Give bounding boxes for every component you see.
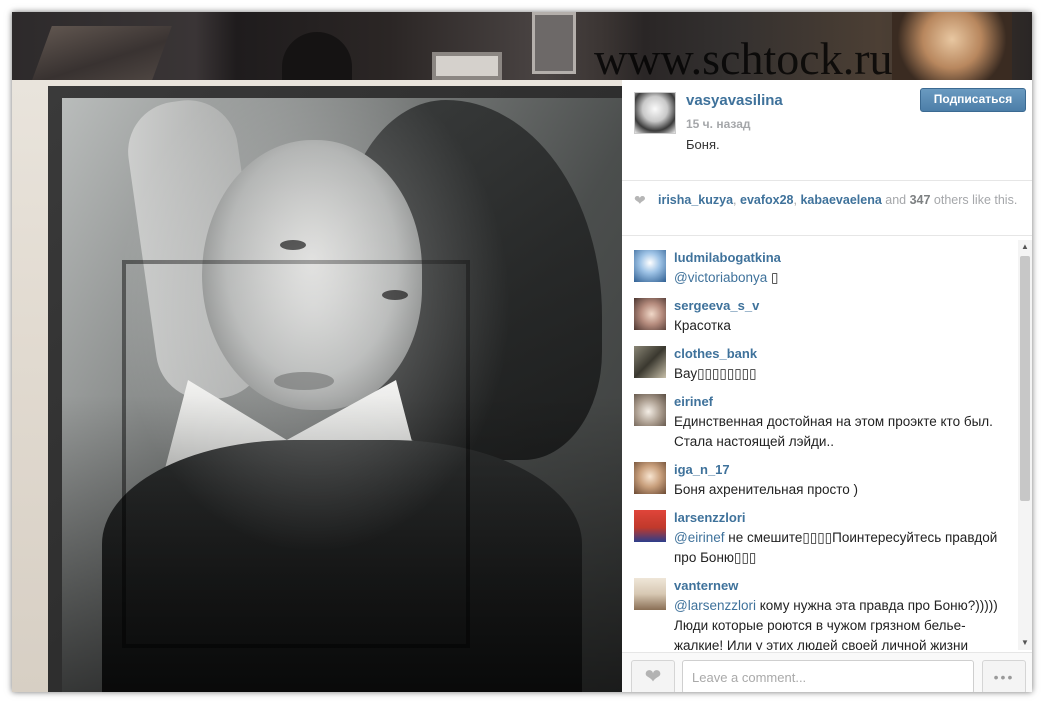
comments-scrollbar[interactable]: ▲ ▼ bbox=[1018, 240, 1032, 650]
scroll-down-arrow-icon[interactable]: ▼ bbox=[1018, 636, 1032, 650]
commenter-avatar[interactable] bbox=[634, 510, 666, 542]
comment-mention[interactable]: @eirinef bbox=[674, 530, 724, 545]
likes-count[interactable]: 347 bbox=[910, 193, 931, 207]
comment-username[interactable]: iga_n_17 bbox=[674, 462, 730, 477]
comment-username[interactable]: clothes_bank bbox=[674, 346, 757, 361]
author-username[interactable]: vasyavasilina bbox=[686, 92, 783, 109]
comment-text: Единственная достойная на этом проэкте к… bbox=[674, 414, 993, 449]
commenter-avatar[interactable] bbox=[634, 250, 666, 282]
commenter-avatar[interactable] bbox=[634, 462, 666, 494]
comment-mention[interactable]: @victoriabonya bbox=[674, 270, 767, 285]
comment-text: @eirinef не смешите▯▯▯▯Поинтересуйтесь п… bbox=[674, 530, 998, 565]
post-header: vasyavasilina 15 ч. назад Боня. Подписат… bbox=[622, 80, 1032, 181]
post-footer: ❤ ••• bbox=[622, 652, 1032, 692]
commenter-avatar[interactable] bbox=[634, 346, 666, 378]
scroll-up-arrow-icon[interactable]: ▲ bbox=[1018, 240, 1032, 254]
comment-username[interactable]: larsenzzlori bbox=[674, 510, 746, 525]
author-avatar[interactable] bbox=[634, 92, 676, 134]
watermark: www.schtock.ru bbox=[594, 33, 893, 84]
follow-button[interactable]: Подписаться bbox=[920, 88, 1026, 112]
more-options-button[interactable]: ••• bbox=[982, 660, 1026, 692]
comment-input[interactable] bbox=[682, 660, 974, 692]
likes-section: ❤ irisha_kuzya, evafox28, kabaevaelena a… bbox=[622, 181, 1032, 236]
comment-username[interactable]: eirinef bbox=[674, 394, 713, 409]
commenter-avatar[interactable] bbox=[634, 394, 666, 426]
comment-username[interactable]: sergeeva_s_v bbox=[674, 298, 759, 313]
comment-text: @larsenzzlori кому нужна эта правда про … bbox=[674, 598, 998, 650]
comment-text: Боня ахренительная просто ) bbox=[674, 482, 859, 497]
post-caption: Боня. bbox=[686, 137, 720, 152]
post-time: 15 ч. назад bbox=[686, 117, 751, 131]
post-photo[interactable] bbox=[12, 80, 622, 692]
comment-text: @victoriabonya ▯ bbox=[674, 270, 779, 285]
liker-username[interactable]: evafox28 bbox=[740, 193, 794, 207]
liker-username[interactable]: kabaevaelena bbox=[800, 193, 881, 207]
photo-viewer: www.schtock.ru vasyavasilina 15 ч. назад… bbox=[12, 12, 1032, 692]
comment-mention[interactable]: @larsenzzlori bbox=[674, 598, 756, 613]
post-side-panel: vasyavasilina 15 ч. назад Боня. Подписат… bbox=[622, 80, 1032, 692]
comments-list[interactable]: ludmilabogatkina @victoriabonya ▯ sergee… bbox=[622, 240, 1018, 650]
commenter-avatar[interactable] bbox=[634, 298, 666, 330]
comment-username[interactable]: ludmilabogatkina bbox=[674, 250, 781, 265]
scroll-thumb[interactable] bbox=[1020, 256, 1030, 501]
heart-icon: ❤ bbox=[634, 192, 646, 208]
comment-text: Красотка bbox=[674, 318, 731, 333]
liker-username[interactable]: irisha_kuzya bbox=[658, 193, 733, 207]
like-button[interactable]: ❤ bbox=[631, 660, 675, 692]
comment-username[interactable]: vanternew bbox=[674, 578, 738, 593]
commenter-avatar[interactable] bbox=[634, 578, 666, 610]
heart-icon: ❤ bbox=[644, 666, 662, 688]
comment-text: Вау▯▯▯▯▯▯▯▯ bbox=[674, 366, 757, 381]
likes-text: irisha_kuzya, evafox28, kabaevaelena and… bbox=[658, 193, 1018, 207]
